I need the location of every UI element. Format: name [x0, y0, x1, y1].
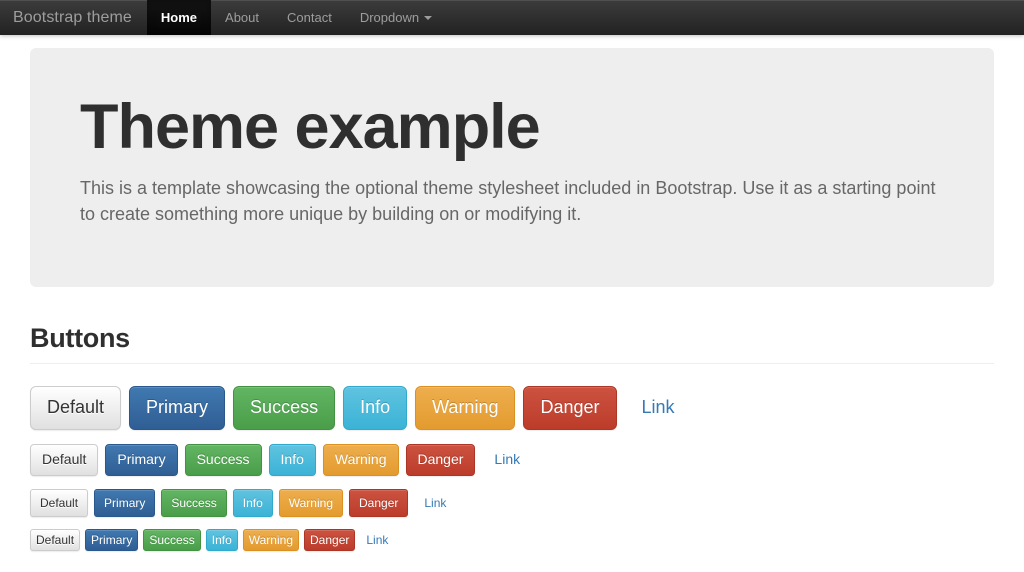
- button-row-extra-small: Default Primary Success Info Warning Dan…: [30, 529, 994, 551]
- nav-item-contact[interactable]: Contact: [273, 0, 346, 35]
- warning-button-large[interactable]: Warning: [415, 386, 515, 430]
- default-button-large[interactable]: Default: [30, 386, 121, 430]
- primary-button-extra-small[interactable]: Primary: [85, 529, 138, 551]
- success-button-extra-small[interactable]: Success: [143, 529, 200, 551]
- info-button-extra-small[interactable]: Info: [206, 529, 238, 551]
- button-row-small: Default Primary Success Info Warning Dan…: [30, 489, 994, 517]
- info-button-default[interactable]: Info: [269, 444, 316, 476]
- warning-button-default[interactable]: Warning: [323, 444, 399, 476]
- primary-button-default[interactable]: Primary: [105, 444, 177, 476]
- default-button-default[interactable]: Default: [30, 444, 98, 476]
- chevron-down-icon: [424, 16, 432, 20]
- link-button-extra-small[interactable]: Link: [360, 529, 394, 551]
- nav-item-dropdown[interactable]: Dropdown: [346, 0, 446, 35]
- nav-item-about-label: About: [225, 10, 259, 25]
- page-title: Theme example: [80, 94, 946, 160]
- primary-button-large[interactable]: Primary: [129, 386, 225, 430]
- success-button-small[interactable]: Success: [161, 489, 226, 517]
- danger-button-large[interactable]: Danger: [523, 386, 616, 430]
- navbar-brand[interactable]: Bootstrap theme: [0, 0, 147, 35]
- info-button-large[interactable]: Info: [343, 386, 407, 430]
- nav-item-home-label: Home: [161, 10, 197, 25]
- link-button-large[interactable]: Link: [625, 386, 692, 430]
- jumbotron: Theme example This is a template showcas…: [30, 48, 994, 287]
- success-button-default[interactable]: Success: [185, 444, 262, 476]
- jumbotron-paragraph: This is a template showcasing the option…: [80, 176, 946, 227]
- buttons-heading: Buttons: [30, 323, 994, 354]
- main-container: Theme example This is a template showcas…: [15, 48, 1009, 551]
- warning-button-small[interactable]: Warning: [279, 489, 343, 517]
- danger-button-extra-small[interactable]: Danger: [304, 529, 355, 551]
- primary-button-small[interactable]: Primary: [94, 489, 155, 517]
- nav-item-home[interactable]: Home: [147, 0, 211, 35]
- nav-item-about[interactable]: About: [211, 0, 273, 35]
- navbar-nav: Home About Contact Dropdown: [147, 0, 446, 35]
- nav-item-dropdown-label: Dropdown: [360, 10, 419, 25]
- link-button-small[interactable]: Link: [414, 489, 456, 517]
- default-button-extra-small[interactable]: Default: [30, 529, 80, 551]
- buttons-section-header: Buttons: [30, 323, 994, 364]
- button-row-default: Default Primary Success Info Warning Dan…: [30, 444, 994, 476]
- nav-item-contact-label: Contact: [287, 10, 332, 25]
- navbar: Bootstrap theme Home About Contact Dropd…: [0, 0, 1024, 35]
- danger-button-default[interactable]: Danger: [406, 444, 476, 476]
- link-button-default[interactable]: Link: [482, 444, 532, 476]
- danger-button-small[interactable]: Danger: [349, 489, 408, 517]
- default-button-small[interactable]: Default: [30, 489, 88, 517]
- success-button-large[interactable]: Success: [233, 386, 335, 430]
- info-button-small[interactable]: Info: [233, 489, 273, 517]
- warning-button-extra-small[interactable]: Warning: [243, 529, 299, 551]
- button-row-large: Default Primary Success Info Warning Dan…: [30, 386, 994, 430]
